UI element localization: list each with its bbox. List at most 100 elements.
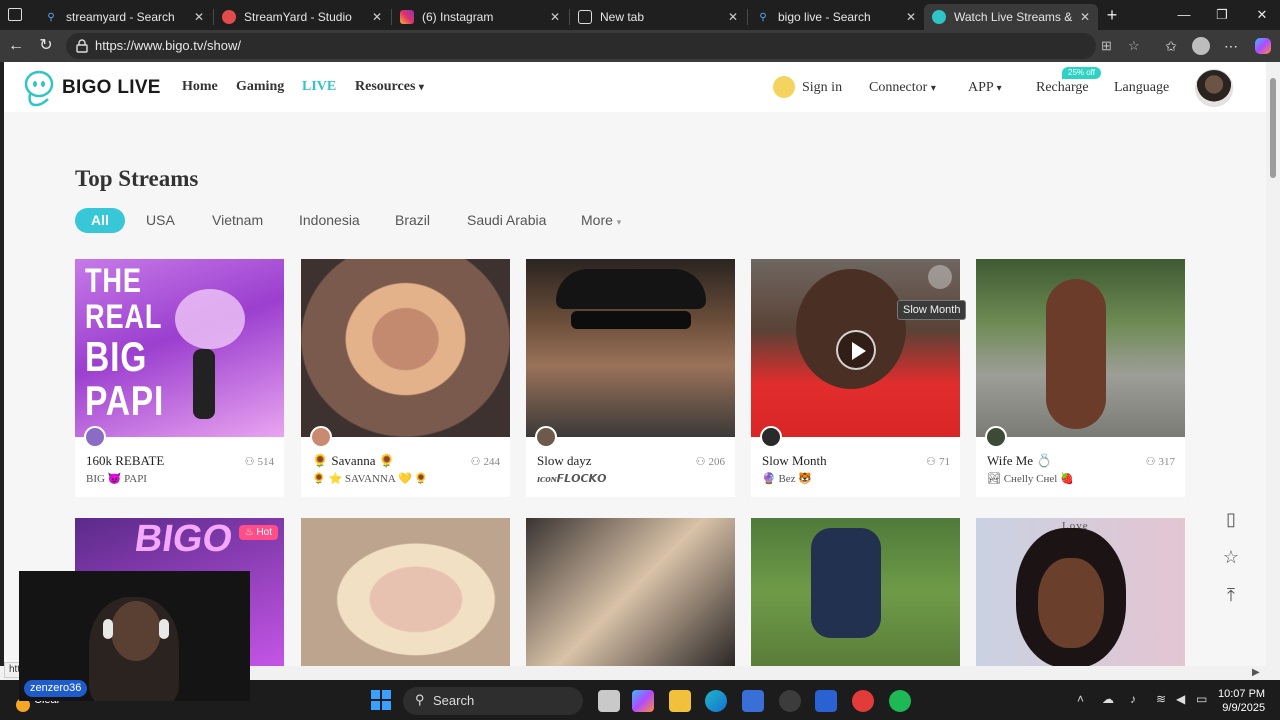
bookmark-star-icon[interactable]: ☆ <box>1212 538 1250 576</box>
favorite-star-icon[interactable]: ☆ <box>1128 38 1140 54</box>
stream-card[interactable] <box>751 518 960 666</box>
viewer-count-value: 317 <box>1158 455 1176 468</box>
viewer-count: ⚇ 71 <box>926 455 950 469</box>
filter-vietnam[interactable]: Vietnam <box>212 208 263 233</box>
filter-brazil[interactable]: Brazil <box>395 208 430 233</box>
tab-bigo-live[interactable]: Watch Live Streams & Live S ✕ <box>924 4 1098 30</box>
tab-streamyard-search[interactable]: ⚲ streamyard - Search ✕ <box>36 4 212 30</box>
close-icon[interactable]: ✕ <box>546 10 564 24</box>
minimize-button[interactable]: — <box>1166 4 1202 26</box>
file-explorer-icon[interactable] <box>669 690 691 712</box>
scroll-right-arrow-icon[interactable]: ▶ <box>1252 667 1260 678</box>
fullscreen-icon[interactable] <box>928 265 952 289</box>
store-icon[interactable] <box>742 690 764 712</box>
close-icon[interactable]: ✕ <box>902 10 920 24</box>
play-icon[interactable] <box>836 330 876 370</box>
url-text: https://www.bigo.tv/show/ <box>95 38 241 53</box>
copilot-icon[interactable] <box>1252 36 1274 56</box>
favorites-icon[interactable]: ✩ <box>1160 36 1182 56</box>
filter-saudi-arabia[interactable]: Saudi Arabia <box>467 208 546 233</box>
taskbar-clock[interactable]: 10:07 PM 9/9/2025 <box>1218 687 1265 715</box>
filter-usa[interactable]: USA <box>146 208 175 233</box>
chevron-up-icon[interactable]: ˄ <box>1077 692 1084 706</box>
bigo-logo[interactable]: BIGO LIVE <box>22 68 162 108</box>
nav-gaming[interactable]: Gaming <box>236 79 284 95</box>
microphone-icon[interactable]: ♪ <box>1130 692 1136 706</box>
filter-more[interactable]: More ▾ <box>581 208 621 233</box>
nav-home[interactable]: Home <box>182 79 218 95</box>
recharge-link[interactable]: Recharge <box>1036 80 1089 96</box>
task-view-icon[interactable] <box>598 690 620 712</box>
stream-card[interactable] <box>301 518 510 666</box>
scrollbar-thumb[interactable] <box>1270 78 1276 178</box>
language-menu[interactable]: Language <box>1114 80 1169 96</box>
stream-card[interactable]: Love <box>976 518 1185 666</box>
floating-toolbar: ▯ ☆ ⤒ <box>1212 500 1250 614</box>
volume-icon[interactable]: ◀ <box>1176 692 1185 706</box>
user-avatar[interactable] <box>1195 69 1233 107</box>
sign-in-link[interactable]: Sign in <box>802 80 842 96</box>
obs-icon[interactable] <box>779 690 801 712</box>
sign-in-avatar-icon[interactable] <box>773 76 795 98</box>
back-to-top-icon[interactable]: ⤒ <box>1212 576 1250 614</box>
nav-resources[interactable]: Resources ▾ <box>355 79 424 95</box>
stream-card[interactable]: Slow Month ⚇ 71 🔮 Bez 🐯 <box>751 259 960 497</box>
viewer-count-value: 71 <box>939 455 950 468</box>
viewer-count: ⚇ 317 <box>1146 455 1176 469</box>
address-bar[interactable]: https://www.bigo.tv/show/ ⊞ ☆ <box>66 33 1140 59</box>
battery-icon[interactable]: ▭ <box>1196 692 1207 706</box>
browser-toolbar: ← ↻ https://www.bigo.tv/show/ ⊞ ☆ ✩ ⋯ <box>0 30 1280 62</box>
close-icon[interactable]: ✕ <box>1076 10 1094 24</box>
tab-instagram[interactable]: (6) Instagram ✕ <box>392 4 568 30</box>
refresh-icon[interactable]: ↻ <box>35 36 57 56</box>
brand-name: BIGO LIVE <box>62 77 161 98</box>
tab-streamyard-studio[interactable]: StreamYard - Studio ✕ <box>214 4 390 30</box>
hot-badge: ♨ Hot <box>238 525 278 540</box>
copilot-app-icon[interactable] <box>632 690 654 712</box>
stream-name: Wife Me 💍 <box>987 453 1053 468</box>
streamer-avatar <box>310 426 332 448</box>
close-icon[interactable]: ✕ <box>190 10 208 24</box>
split-screen-icon[interactable]: ⊞ <box>1101 38 1112 54</box>
window-close-button[interactable]: ✕ <box>1244 4 1280 26</box>
bigo-mascot-icon <box>24 70 54 107</box>
mobile-app-icon[interactable]: ▯ <box>1212 500 1250 538</box>
connector-menu[interactable]: Connector ▾ <box>869 80 936 96</box>
tab-actions-icon[interactable] <box>8 8 22 21</box>
taskbar-search[interactable]: ⚲ Search <box>403 687 583 715</box>
bing-search-icon: ⚲ <box>47 11 55 23</box>
thumb-text: THE <box>85 262 142 300</box>
vertical-scrollbar[interactable] <box>1266 62 1280 666</box>
tooltip: Slow Month <box>897 300 967 320</box>
stream-card[interactable]: THE REAL BIG PAPI 160k REBATE ⚇ 514 BIG 😈… <box>75 259 284 497</box>
chevron-down-icon: ▾ <box>996 83 1002 94</box>
cloud-icon[interactable]: ☁ <box>1102 692 1114 706</box>
stream-thumbnail <box>301 259 510 437</box>
app-icon[interactable] <box>815 690 837 712</box>
stream-card[interactable]: Wife Me 💍 ⚇ 317 🏞 Cнelly Cнel 🍓 <box>976 259 1185 497</box>
filter-indonesia[interactable]: Indonesia <box>299 208 360 233</box>
streamer-avatar <box>985 426 1007 448</box>
stream-card[interactable] <box>526 518 735 666</box>
windows-start-icon[interactable] <box>371 690 391 710</box>
stream-card[interactable]: Slow dayz ⚇ 206 ɪᴄᴏɴ𝙁𝙇𝙊𝘾𝙆𝙊 <box>526 259 735 497</box>
close-icon[interactable]: ✕ <box>724 10 742 24</box>
back-arrow-icon[interactable]: ← <box>5 36 27 56</box>
tab-new-tab[interactable]: New tab ✕ <box>570 4 746 30</box>
nav-live[interactable]: LIVE <box>302 79 336 95</box>
thumb-text: REAL <box>85 298 163 336</box>
bing-search-icon: ⚲ <box>759 11 767 23</box>
tab-bigo-search[interactable]: ⚲ bigo live - Search ✕ <box>748 4 924 30</box>
streaming-app-icon[interactable] <box>852 690 874 712</box>
filter-all[interactable]: All <box>75 208 125 233</box>
close-icon[interactable]: ✕ <box>368 10 386 24</box>
wifi-icon[interactable]: ≋ <box>1156 692 1166 706</box>
more-menu-icon[interactable]: ⋯ <box>1220 36 1242 56</box>
edge-icon[interactable] <box>705 690 727 712</box>
maximize-button[interactable]: ❐ <box>1204 4 1240 26</box>
stream-card[interactable]: 🌻 Savanna 🌻 ⚇ 244 🌻 ⭐ SAVANNA 💛 🌻 <box>301 259 510 497</box>
spotify-icon[interactable] <box>889 690 911 712</box>
new-tab-button[interactable]: + <box>1094 4 1130 26</box>
profile-icon[interactable] <box>1190 36 1212 56</box>
app-menu[interactable]: APP ▾ <box>968 80 1002 96</box>
